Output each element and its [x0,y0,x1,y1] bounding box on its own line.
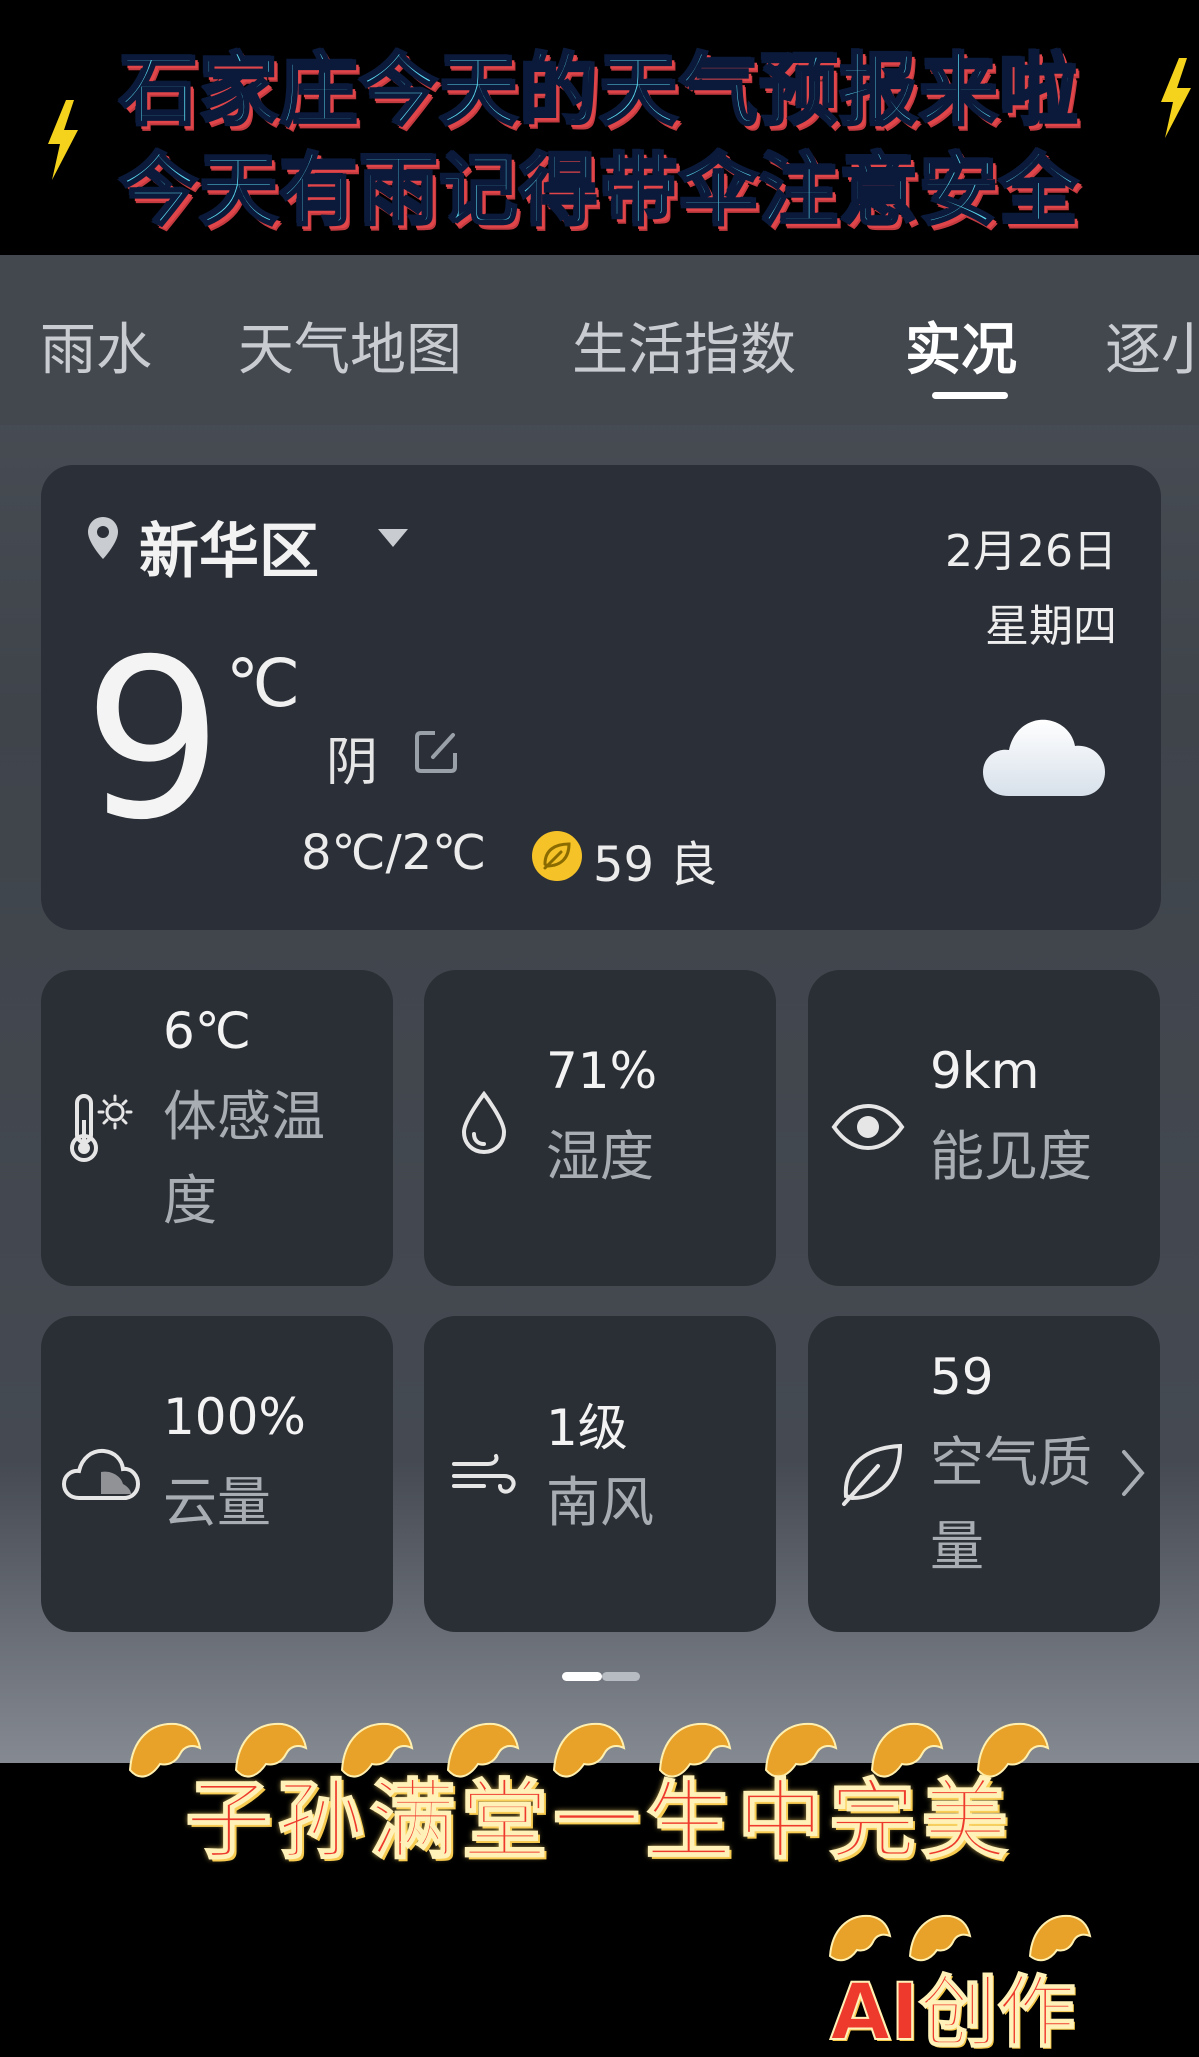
temperature-range: 8℃/2℃ [301,825,487,881]
lightning-icon [1161,58,1191,138]
weekday-label: 星期四 [985,601,1117,652]
blessing-caption: 子孙满堂一生中完美 [185,1770,1014,1872]
wind-icon [452,1454,516,1494]
ai-generated-tag: AI创作 [829,1967,1076,2057]
weather-app: 雨水 天气地图 生活指数 实况 逐小 新华区 2月26日 星期四 9 ℃ 阴 8… [0,255,1199,1763]
active-tab-indicator [932,392,1008,399]
eye-icon [831,1103,905,1151]
thermometer-sun-icon [70,1094,133,1162]
wind-direction-label: 南风 [546,1471,654,1534]
chevron-right-icon[interactable] [1120,1448,1146,1498]
page-indicator-inactive [602,1672,640,1681]
feels-like-value: 6℃ [163,1002,251,1060]
screen: 石家庄今天的天气预报来啦 今天有雨记得带伞注意安全 雨水 天气地图 生活指数 实… [0,0,1199,2057]
tab-hourly[interactable]: 逐小 [1105,305,1199,386]
tab-life-index[interactable]: 生活指数 [572,305,796,386]
cloud-icon [61,1448,141,1500]
tab-bar: 雨水 天气地图 生活指数 实况 逐小 [0,255,1199,425]
leaf-icon [842,1443,903,1506]
air-quality-card[interactable]: 59 空气质量 [808,1316,1160,1632]
location-pin-icon [88,517,118,559]
aqi-leaf-icon [532,831,582,881]
visibility-card[interactable]: 9km 能见度 [808,970,1160,1286]
visibility-label: 能见度 [930,1125,1092,1188]
caret-down-icon[interactable] [376,527,410,549]
humidity-value: 71% [546,1042,658,1100]
droplet-icon [461,1090,507,1155]
banner-line-2: 今天有雨记得带伞注意安全 [118,145,1080,238]
wind-level-value: 1级 [546,1399,628,1457]
date-label: 2月26日 [945,526,1117,577]
location-name[interactable]: 新华区 [139,503,319,590]
edit-icon[interactable] [413,727,461,775]
wind-card[interactable]: 1级 南风 [424,1316,776,1632]
tab-live[interactable]: 实况 [905,305,1017,386]
cloud-icon [983,719,1105,796]
humidity-label: 湿度 [546,1125,654,1188]
air-quality-label: 空气质量 [930,1431,1092,1578]
humidity-card[interactable]: 71% 湿度 [424,970,776,1286]
aqi-value[interactable]: 59 良 [593,825,717,895]
cloud-cover-card[interactable]: 100% 云量 [41,1316,393,1632]
cloud-cover-label: 云量 [163,1471,271,1534]
air-quality-value: 59 [930,1348,994,1406]
tab-rain[interactable]: 雨水 [40,305,152,386]
feels-like-card[interactable]: 6℃ 体感温度 [41,970,393,1286]
current-weather-card: 新华区 2月26日 星期四 9 ℃ 阴 8℃/2℃ 59 良 [41,465,1161,930]
banner-line-1: 石家庄今天的天气预报来啦 [118,45,1080,138]
top-caption-banner: 石家庄今天的天气预报来啦 今天有雨记得带伞注意安全 [0,0,1199,255]
page-indicator-active [562,1672,602,1681]
weather-condition: 阴 [326,733,379,793]
current-temperature: 9 [83,612,223,868]
visibility-value: 9km [930,1042,1040,1100]
temperature-unit: ℃ [226,645,301,722]
tab-weather-map[interactable]: 天气地图 [238,305,462,386]
cloud-cover-value: 100% [163,1388,306,1446]
feels-like-label: 体感温度 [163,1085,325,1232]
